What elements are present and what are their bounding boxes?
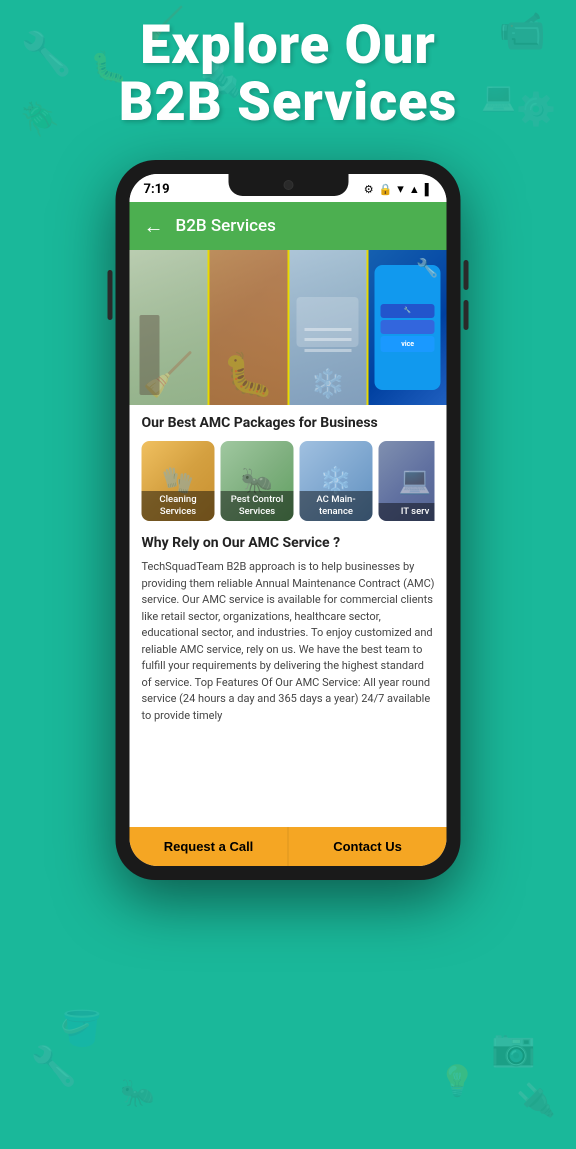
phone-mockup: 7:19 ⚙ 🔒 ▾ ▲ ▌ ← B2B Services 🧹 [116, 160, 461, 880]
settings-status-icon: ⚙ [364, 183, 374, 196]
cleaning-card-label: Cleaning Services [146, 494, 211, 517]
signal-icon: ▲ [409, 183, 420, 196]
service-cards-list: 🧤 Cleaning Services 🐜 Pest [142, 441, 435, 521]
wifi-icon: ▾ [397, 182, 404, 197]
cleaning-card-overlay: Cleaning Services [142, 491, 215, 521]
service-card-ac[interactable]: ❄️ AC Main- tenance [300, 441, 373, 521]
pest-card-label: Pest Control Services [225, 494, 290, 517]
request-call-button[interactable]: Request a Call [130, 827, 288, 866]
bottom-action-bar: Request a Call Contact Us [130, 827, 447, 866]
front-camera [283, 180, 293, 190]
it-card-overlay: IT serv [379, 503, 435, 521]
service-card-cleaning[interactable]: 🧤 Cleaning Services [142, 441, 215, 521]
service-card-pest[interactable]: 🐜 Pest Control Services [221, 441, 294, 521]
app-bar: ← B2B Services [130, 202, 447, 250]
hero-image-it: 🔧 vice 🔧 [369, 250, 447, 405]
status-icons: ⚙ 🔒 ▾ ▲ ▌ [364, 182, 433, 197]
contact-us-button[interactable]: Contact Us [288, 827, 447, 866]
header-title: Explore Our B2B Services [0, 18, 576, 131]
back-button[interactable]: ← [144, 214, 164, 239]
pest-card-overlay: Pest Control Services [221, 491, 294, 521]
ac-card-overlay: AC Main- tenance [300, 491, 373, 521]
hero-image-ac: ❄️ [289, 250, 367, 405]
why-section-title: Why Rely on Our AMC Service ? [142, 535, 435, 551]
phone-notch [228, 174, 348, 196]
amc-section-title: Our Best AMC Packages for Business [142, 415, 435, 431]
service-card-it[interactable]: 💻 IT serv [379, 441, 435, 521]
lock-status-icon: 🔒 [379, 183, 393, 196]
volume-down-button [464, 300, 469, 330]
volume-up-button [464, 260, 469, 290]
ac-card-label: AC Main- tenance [304, 494, 369, 517]
why-section-text: TechSquadTeam B2B approach is to help bu… [142, 559, 435, 724]
page-header: Explore Our B2B Services [0, 18, 576, 131]
app-bar-title: B2B Services [176, 216, 276, 236]
it-card-label: IT serv [383, 506, 435, 517]
status-time: 7:19 [144, 182, 170, 197]
content-area[interactable]: Our Best AMC Packages for Business 🧤 Cle… [130, 405, 447, 827]
hero-image-pest: 🐛 [209, 250, 287, 405]
hero-image-strip: 🧹 🐛 ❄️ [130, 250, 447, 405]
battery-icon: ▌ [425, 183, 433, 196]
hero-image-cleaning: 🧹 [130, 250, 208, 405]
power-button [108, 270, 113, 320]
phone-screen: 7:19 ⚙ 🔒 ▾ ▲ ▌ ← B2B Services 🧹 [130, 174, 447, 866]
